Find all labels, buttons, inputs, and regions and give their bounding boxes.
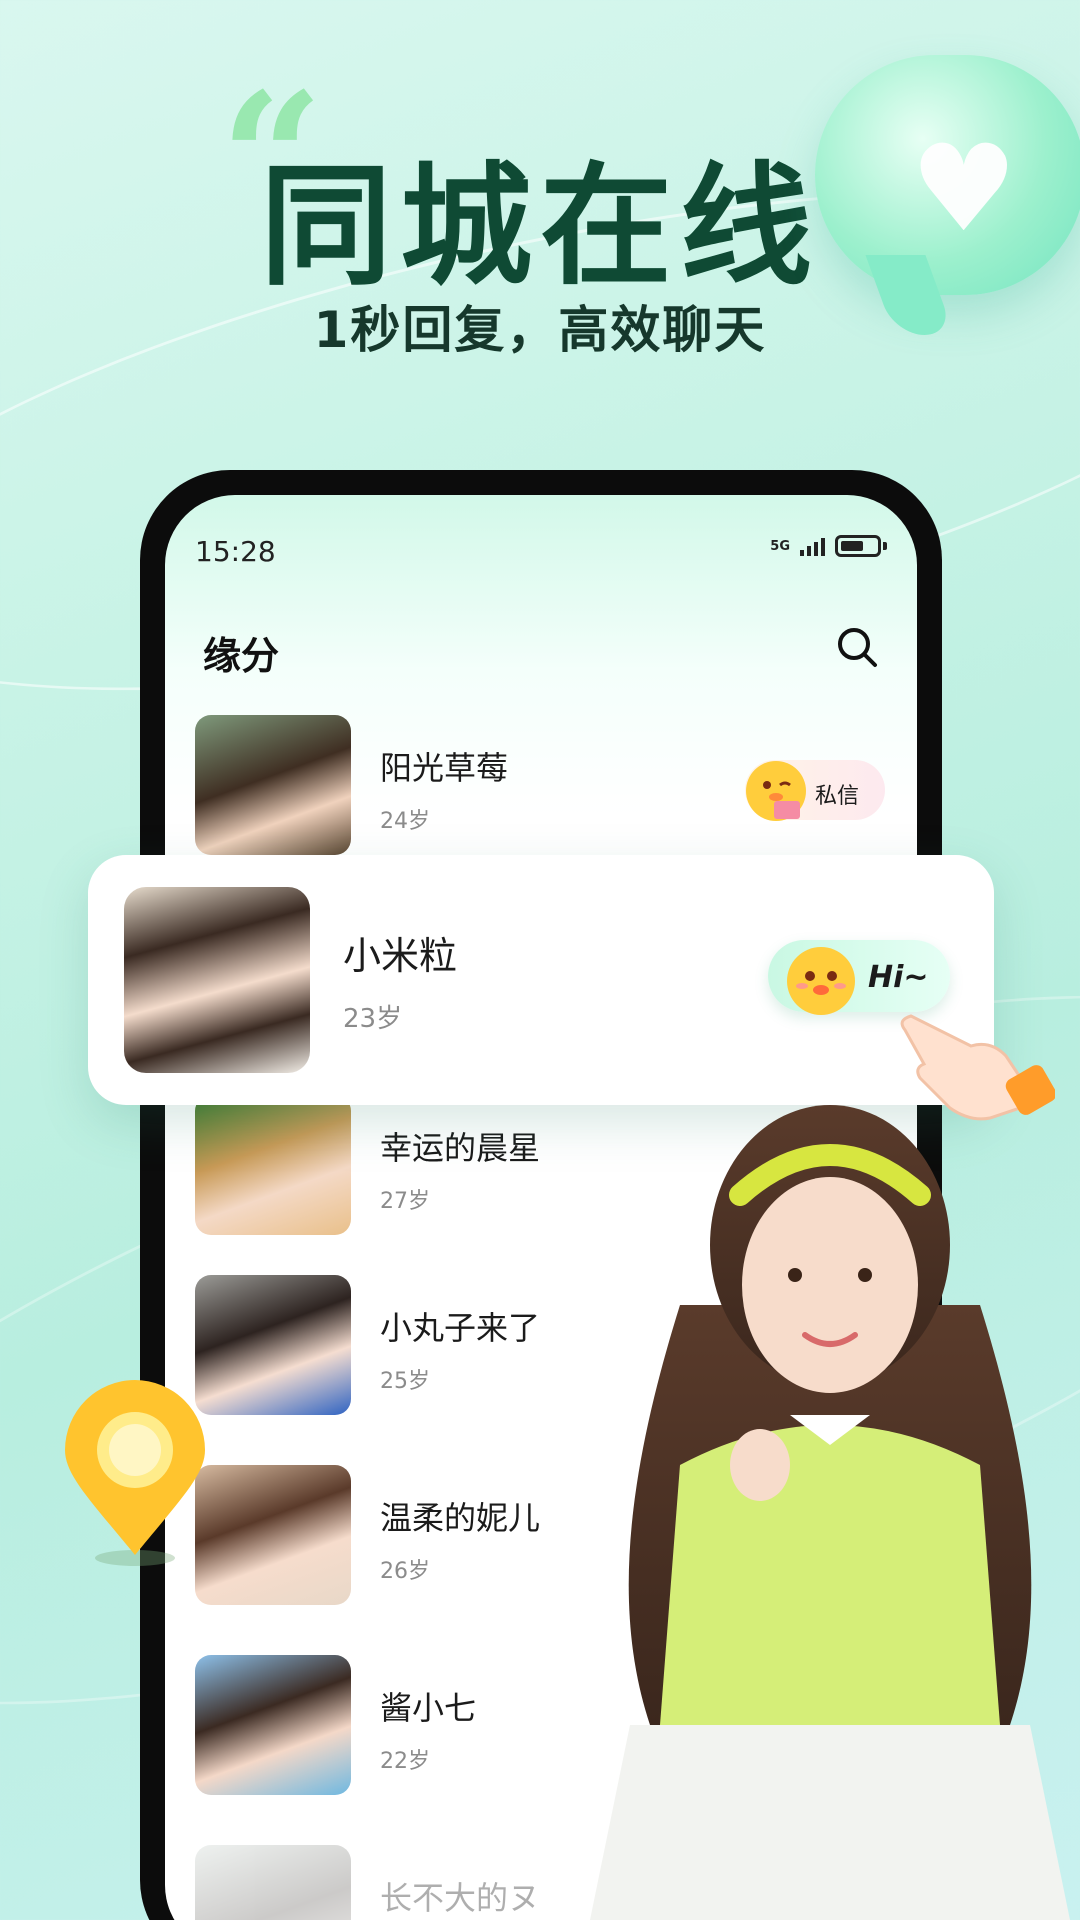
featured-user-name: 小米粒 [343, 934, 458, 978]
location-pin-icon [65, 1380, 205, 1566]
battery-icon [835, 535, 881, 557]
avatar [195, 1465, 351, 1605]
status-icons: 5G [770, 535, 887, 557]
private-message-label: 私信 [815, 784, 860, 809]
greet-label: Hi~ [868, 960, 929, 995]
page-title: 缘分 [203, 634, 280, 678]
user-age: 27岁 [380, 1189, 430, 1214]
user-age: 25岁 [380, 1369, 430, 1394]
user-name: 阳光草莓 [380, 749, 509, 787]
battery-tip [883, 542, 887, 550]
user-age: 26岁 [380, 1559, 430, 1584]
avatar [195, 715, 351, 855]
model-photo [590, 1105, 1070, 1920]
avatar [195, 1655, 351, 1795]
user-age: 22岁 [380, 1749, 430, 1774]
network-label: 5G [770, 538, 790, 554]
chick-emoji-icon [787, 947, 855, 1015]
user-age: 24岁 [380, 809, 430, 834]
user-name: 温柔的妮儿 [380, 1499, 541, 1537]
featured-user-age: 23岁 [343, 1004, 403, 1034]
avatar [195, 1275, 351, 1415]
search-icon[interactable] [835, 625, 879, 669]
status-time: 15:28 [195, 535, 276, 568]
chick-emoji-icon [746, 761, 806, 821]
heart-icon: ♥ [910, 120, 1018, 259]
avatar [195, 1845, 351, 1920]
user-name: 长不大的ヌ [380, 1879, 541, 1917]
user-name: 小丸子来了 [380, 1309, 541, 1347]
user-name: 酱小七 [380, 1689, 477, 1727]
avatar [124, 887, 310, 1073]
avatar [195, 1095, 351, 1235]
signal-icon [800, 536, 825, 556]
user-name: 幸运的晨星 [380, 1129, 541, 1167]
